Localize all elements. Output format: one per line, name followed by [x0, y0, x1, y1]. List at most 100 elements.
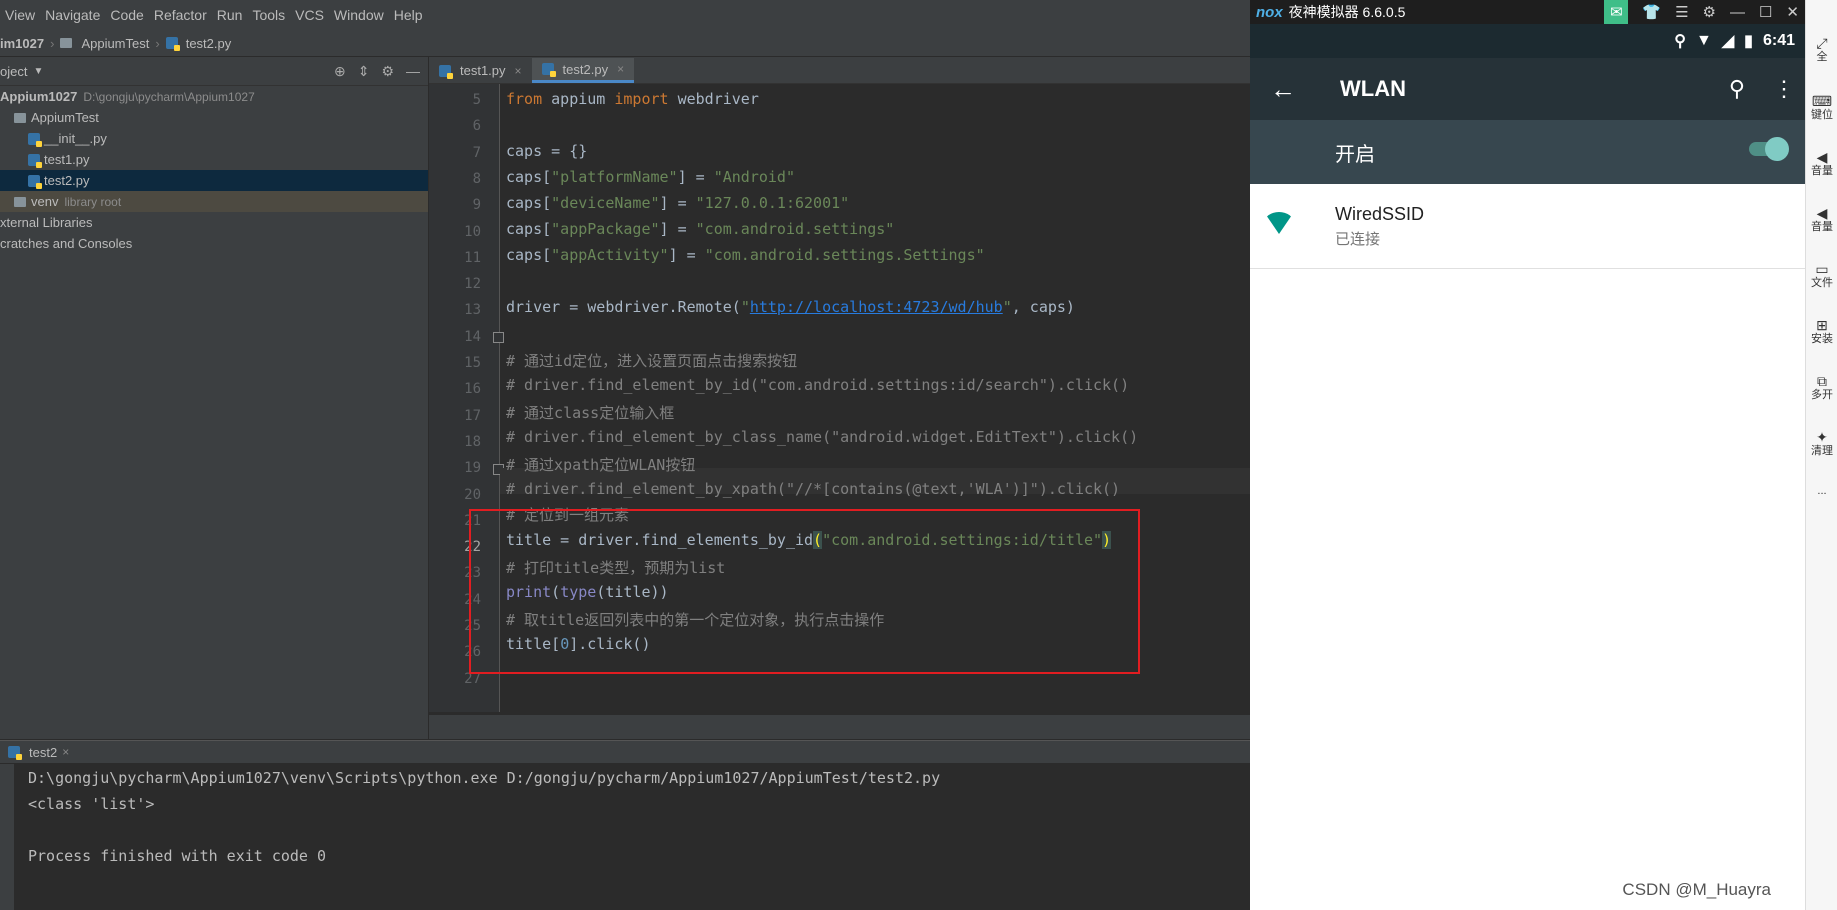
- folder-icon: [14, 196, 26, 207]
- close-icon[interactable]: ×: [62, 745, 69, 759]
- menu-code[interactable]: Code: [110, 7, 143, 23]
- no-signal-icon: ◢: [1721, 33, 1735, 50]
- menu-vcs[interactable]: VCS: [295, 7, 324, 23]
- tree-item-path: library root: [64, 194, 122, 209]
- line-number: 11: [464, 249, 481, 266]
- wlan-toggle[interactable]: [1749, 137, 1789, 161]
- more-options-icon[interactable]: ⋮: [1773, 76, 1795, 102]
- line-number: 12: [464, 276, 481, 293]
- back-arrow-icon[interactable]: ←: [1270, 74, 1310, 105]
- run-toolbar: [0, 764, 14, 910]
- side-volume-down[interactable]: ◀ 音量: [1806, 206, 1837, 234]
- line-number: 5: [472, 92, 481, 108]
- menu-tools[interactable]: Tools: [252, 7, 285, 23]
- tree-item-label: venv: [31, 194, 59, 209]
- code-line-8: caps["platformName"] = "Android": [506, 168, 795, 186]
- python-file-icon: [28, 132, 42, 147]
- line-number: 17: [464, 407, 481, 424]
- line-number: 7: [472, 144, 481, 161]
- maximize-icon[interactable]: ☐: [1759, 3, 1772, 21]
- gear-icon[interactable]: ⚙: [381, 63, 394, 80]
- tree-item[interactable]: cratches and Consoles: [0, 233, 428, 254]
- console-line: <class 'list'>: [28, 795, 155, 813]
- close-icon[interactable]: ×: [515, 64, 522, 78]
- breadcrumb-separator: ›: [155, 35, 160, 51]
- gear-icon[interactable]: ⚙: [1703, 3, 1716, 21]
- menu-run[interactable]: Run: [217, 7, 243, 23]
- side-cleanup[interactable]: ✦ 清理: [1806, 430, 1837, 458]
- fullscreen-icon: ⤢: [1816, 35, 1828, 51]
- side-multi-instance[interactable]: ⧉ 多开: [1806, 374, 1837, 402]
- line-number: 10: [464, 223, 481, 240]
- folder-icon: [60, 38, 73, 48]
- breadcrumb-folder[interactable]: AppiumTest: [60, 36, 149, 51]
- wifi-network-item[interactable]: WiredSSID 已连接: [1250, 184, 1805, 269]
- wlan-app-bar: ← WLAN ⚲ ⋮: [1250, 58, 1805, 120]
- breadcrumb-project[interactable]: im1027: [0, 36, 44, 51]
- tab-test1[interactable]: test1.py ×: [429, 58, 532, 83]
- tree-item[interactable]: Appium1027 D:\gongju\pycharm\Appium1027: [0, 86, 428, 107]
- tree-item[interactable]: test1.py: [0, 149, 428, 170]
- menu-help[interactable]: Help: [394, 7, 423, 23]
- collapse-all-icon[interactable]: ⇕: [358, 63, 370, 80]
- minimize-icon[interactable]: —: [406, 63, 420, 80]
- pycharm-window: View Navigate Code Refactor Run Tools VC…: [0, 0, 1250, 910]
- menu-refactor[interactable]: Refactor: [154, 7, 207, 23]
- tree-item[interactable]: venv library root: [0, 191, 428, 212]
- nox-emulator-window: nox 夜神模拟器 6.6.0.5 ✉ 👕 ☰ ⚙ — ☐ ✕ ⚲ ▼ ◢ ▮ …: [1250, 0, 1805, 910]
- python-file-icon: [28, 153, 42, 168]
- tree-item-label: cratches and Consoles: [0, 236, 133, 251]
- menu-icon[interactable]: ☰: [1675, 3, 1688, 21]
- side-files[interactable]: ▭ 文件: [1806, 262, 1837, 290]
- menu-window[interactable]: Window: [334, 7, 384, 23]
- tree-item-label: AppiumTest: [31, 110, 99, 125]
- tree-item-label: Appium1027: [0, 89, 78, 104]
- search-icon[interactable]: ⚲: [1729, 76, 1745, 102]
- breadcrumb-file[interactable]: test2.py: [165, 36, 231, 51]
- side-keymap[interactable]: ⌨ 键位: [1806, 94, 1837, 122]
- tree-item-label: test1.py: [44, 152, 90, 167]
- code-line-20: # driver.find_element_by_xpath("//*[cont…: [506, 480, 1121, 498]
- nox-logo: nox: [1256, 3, 1283, 21]
- project-panel: oject ▼ ⊕ ⇕ ⚙ — Appium1027 D:\gongju\pych…: [0, 57, 429, 739]
- project-panel-header: oject ▼ ⊕ ⇕ ⚙ —: [0, 57, 428, 86]
- chevron-down-icon[interactable]: ▼: [33, 66, 43, 77]
- tab-run-test2[interactable]: test2 ×: [0, 745, 77, 760]
- project-tree: Appium1027 D:\gongju\pycharm\Appium1027 Ap…: [0, 86, 428, 254]
- tree-item[interactable]: __init__.py: [0, 128, 428, 149]
- wlan-switch-bar[interactable]: 开启: [1250, 120, 1805, 184]
- project-view-selector[interactable]: oject: [0, 64, 27, 79]
- menu-navigate[interactable]: Navigate: [45, 7, 100, 23]
- console-line: D:\gongju\pycharm\Appium1027\venv\Script…: [28, 769, 941, 787]
- close-icon[interactable]: ×: [617, 62, 624, 76]
- mail-icon[interactable]: ✉: [1604, 0, 1629, 24]
- close-icon[interactable]: ✕: [1786, 3, 1799, 21]
- url-link[interactable]: http://localhost:4723/wd/hub: [750, 298, 1003, 316]
- code-line-19: # 通过xpath定位WLAN按钮: [506, 456, 696, 474]
- horizontal-scrollbar[interactable]: [429, 715, 1250, 739]
- line-number: 8: [472, 170, 481, 187]
- shirt-icon[interactable]: 👕: [1642, 3, 1661, 21]
- tree-item[interactable]: AppiumTest: [0, 107, 428, 128]
- menu-view[interactable]: View: [5, 7, 35, 23]
- tree-item[interactable]: test2.py: [0, 170, 428, 191]
- minimize-icon[interactable]: —: [1730, 4, 1745, 21]
- tree-item-path: D:\gongju\pycharm\Appium1027: [83, 89, 255, 104]
- line-number: 19: [464, 460, 481, 477]
- emulator-title: 夜神模拟器 6.6.0.5: [1288, 4, 1406, 20]
- python-file-icon: [439, 64, 453, 79]
- side-fullscreen[interactable]: ⤢ 全: [1806, 36, 1837, 64]
- side-install[interactable]: ⊞ 安装: [1806, 318, 1837, 346]
- volume-icon: ◀: [1816, 149, 1828, 165]
- tree-item[interactable]: xternal Libraries: [0, 212, 428, 233]
- editor-tabs: test1.py × test2.py ×: [429, 57, 1250, 84]
- broom-icon: ✦: [1816, 429, 1828, 445]
- line-number: 9: [472, 197, 481, 214]
- python-file-icon: [541, 63, 556, 77]
- locate-icon[interactable]: ⊕: [334, 63, 346, 80]
- side-more[interactable]: ...: [1806, 484, 1837, 498]
- code-line-9: caps["deviceName"] = "127.0.0.1:62001": [506, 194, 850, 212]
- tab-test2[interactable]: test2.py ×: [531, 58, 635, 83]
- file-icon: ▭: [1815, 261, 1829, 277]
- side-volume-up[interactable]: ◀ 音量: [1806, 150, 1837, 178]
